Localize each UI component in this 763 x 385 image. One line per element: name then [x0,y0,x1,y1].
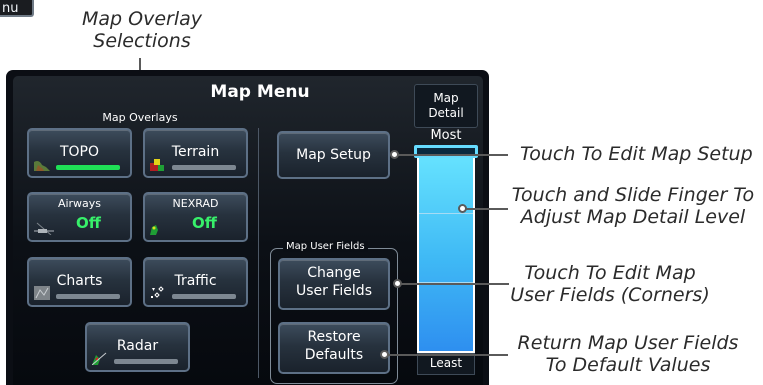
charts-indicator-bar [56,294,120,299]
topo-map-thumbnail-icon [34,161,50,171]
callout-user-fields-leader [401,283,509,285]
callout-slide-leader [466,208,508,210]
topo-indicator-bar [56,165,120,170]
restore-defaults-button[interactable]: Restore Defaults [278,322,390,374]
topo-button[interactable]: TOPO [27,128,132,178]
airways-value: Off [76,214,101,232]
traffic-thumbnail-icon [151,286,164,298]
nexrad-value: Off [192,214,217,232]
map-detail-header: Map Detail [414,84,478,128]
callout-restore-line2: To Default Values [545,354,711,376]
most-label: Most [430,128,462,143]
callout-user-fields-line1: Touch To Edit Map [524,262,696,284]
callout-slide: Touch and Slide Finger To Adjust Map Det… [508,184,758,228]
callout-edit-setup: Touch To Edit Map Setup [520,143,753,165]
map-overlays-label: Map Overlays [102,111,178,124]
airways-label: Airways [57,197,102,210]
airways-button[interactable]: Airways Off [27,192,132,242]
callout-slide-line1: Touch and Slide Finger To [511,184,755,206]
callout-overlay-selections: Map Overlay Selections [62,8,222,52]
map-user-fields-label: Map User Fields [283,241,368,252]
change-user-fields-button[interactable]: Change User Fields [278,258,390,310]
terrain-indicator-bar [172,165,236,170]
map-detail-line1: Map [433,91,459,105]
terrain-button[interactable]: Terrain [143,128,248,178]
restore-defaults-line1: Restore [307,329,361,345]
radar-button[interactable]: Radar [85,322,190,372]
least-label: Least [417,353,475,375]
traffic-indicator-bar [172,294,236,299]
slider-handle[interactable] [414,145,478,158]
charts-thumbnail-icon [34,286,50,300]
traffic-button[interactable]: Traffic [143,257,248,307]
nexrad-thumbnail-icon [150,225,158,235]
charts-button[interactable]: Charts [27,257,132,307]
map-detail-slider[interactable] [417,145,475,353]
callout-restore-leader [388,354,508,356]
slider-tick-1 [419,213,473,214]
nexrad-label: NEXRAD [172,197,219,210]
callout-overlay-line1: Map Overlay [81,8,202,30]
change-user-fields-line1: Change [307,265,361,281]
callout-user-fields-line2: User Fields (Corners) [510,284,710,306]
vertical-divider [258,128,259,378]
radar-indicator-bar [114,359,178,364]
callout-restore-line1: Return Map User Fields [517,332,739,354]
page-title: Map Menu [210,82,310,102]
map-setup-label: Map Setup [296,147,371,163]
airways-thumbnail-icon [34,222,54,235]
callout-restore: Return Map User Fields To Default Values [516,332,740,376]
menu-button-fragment[interactable]: nu [0,0,34,17]
radar-thumbnail-icon [92,352,107,365]
restore-defaults-line2: Defaults [304,347,364,363]
map-detail-line2: Detail [428,106,464,120]
terrain-thumbnail-icon [150,159,164,171]
callout-setup-leader [398,154,508,156]
nexrad-button[interactable]: NEXRAD Off [143,192,248,242]
callout-overlay-line2: Selections [93,30,191,52]
callout-slide-line2: Adjust Map Detail Level [520,206,746,228]
map-setup-button[interactable]: Map Setup [277,131,390,179]
callout-user-fields: Touch To Edit Map User Fields (Corners) [508,262,712,306]
change-user-fields-line2: User Fields [296,283,372,299]
